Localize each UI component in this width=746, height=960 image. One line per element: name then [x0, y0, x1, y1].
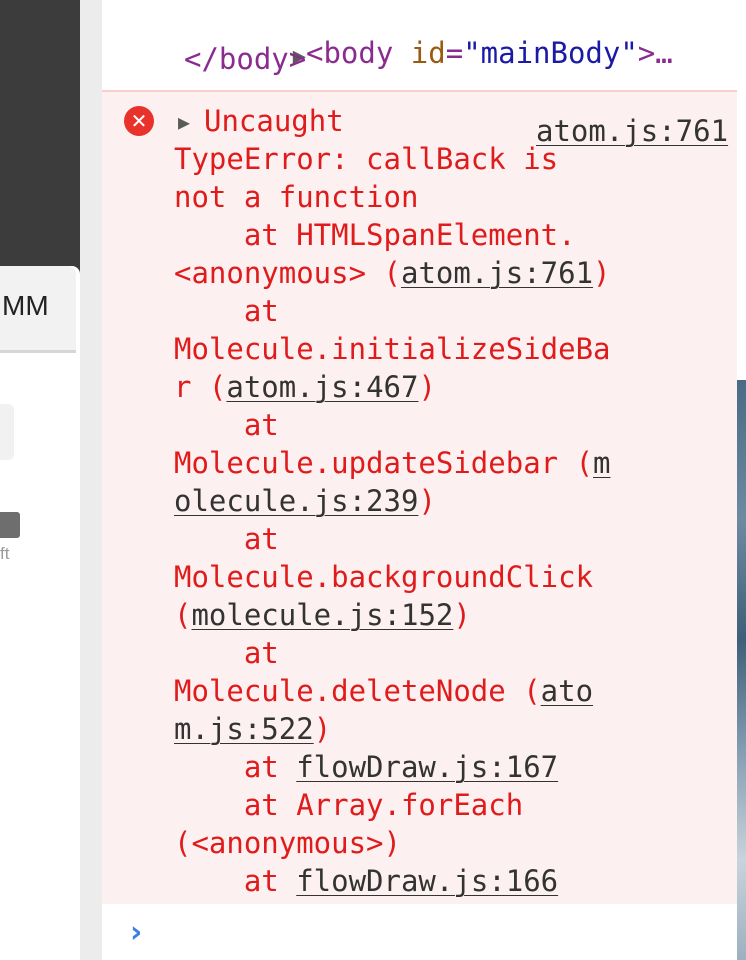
panel-divider	[80, 0, 102, 960]
error-text: (<anonymous>)	[174, 826, 401, 860]
error-text: <anonymous> (	[174, 256, 401, 290]
error-line: Molecule.backgroundClick	[174, 558, 593, 596]
error-text: )	[418, 484, 436, 518]
background-page	[0, 266, 80, 960]
elements-snippet: ▶<body id="mainBody">… </body>	[102, 0, 737, 90]
error-line: olecule.js:239)	[174, 482, 436, 520]
error-line: at	[174, 520, 279, 558]
source-link[interactable]: flowDraw.js:167	[296, 750, 558, 784]
console-input[interactable]: ›	[102, 904, 737, 960]
background-input[interactable]	[0, 404, 14, 460]
error-line: at flowDraw.js:166	[174, 862, 558, 900]
error-line: TypeError: callBack is	[174, 140, 558, 178]
error-line: <anonymous> (atom.js:761)	[174, 254, 611, 292]
error-text: at HTMLSpanElement.	[174, 218, 576, 252]
error-text: )	[453, 598, 471, 632]
error-text: Molecule.deleteNode (	[174, 674, 541, 708]
error-line: at	[174, 406, 279, 444]
error-line: at	[174, 634, 279, 672]
error-text: Molecule.updateSidebar (	[174, 446, 594, 480]
error-text: )	[313, 712, 332, 746]
background-hint-text: ft	[0, 544, 10, 563]
error-text: Molecule.initializeSideBa	[174, 332, 611, 366]
error-text: Uncaught	[204, 104, 344, 138]
error-text: not a function	[174, 180, 419, 214]
devtools-console-panel: ▶<body id="mainBody">… </body> ✕ ▶ Uncau…	[102, 0, 737, 960]
body-close-node: </body>	[184, 42, 307, 76]
error-line: Molecule.deleteNode (ato	[174, 672, 593, 710]
chevron-right-icon: ›	[130, 915, 143, 950]
error-line: not a function	[174, 178, 418, 216]
error-text: r (	[174, 370, 227, 404]
error-line: Molecule.updateSidebar (m	[174, 444, 611, 482]
console-error-message: ✕ ▶ Uncaught atom.js:761 TypeError: callBa…	[102, 90, 737, 906]
expand-triangle-icon[interactable]: ▶	[178, 110, 190, 134]
source-link[interactable]: molecule.js:152	[191, 598, 453, 632]
error-line: at	[174, 292, 279, 330]
error-line: at HTMLSpanElement.	[174, 216, 576, 254]
error-text: Molecule.backgroundClick	[174, 560, 594, 594]
source-link[interactable]: atom.js:467	[226, 370, 418, 404]
error-x-icon: ✕	[124, 106, 154, 136]
error-text: (	[174, 598, 192, 632]
error-line: (<anonymous>)	[174, 824, 401, 862]
error-text: at	[174, 408, 279, 442]
error-text: )	[418, 370, 436, 404]
error-line: at flowDraw.js:167	[174, 748, 558, 786]
error-line: (molecule.js:152)	[174, 596, 471, 634]
error-text: at	[174, 864, 297, 898]
error-text: at	[174, 294, 279, 328]
desktop-background-sliver	[737, 0, 746, 960]
source-link[interactable]: flowDraw.js:166	[296, 864, 558, 898]
error-line: at Array.forEach	[174, 786, 523, 824]
background-tab-label: MM	[2, 290, 49, 321]
error-text: at	[174, 522, 279, 556]
source-link[interactable]: ato	[541, 674, 593, 708]
background-button[interactable]	[0, 512, 20, 538]
error-source-link[interactable]: atom.js:761	[536, 112, 728, 150]
error-text: at	[174, 750, 297, 784]
error-line: Molecule.initializeSideBa	[174, 330, 611, 368]
error-text: at	[174, 636, 279, 670]
error-text: TypeError: callBack is	[174, 142, 559, 176]
source-link[interactable]: olecule.js:239	[174, 484, 418, 518]
source-link[interactable]: atom.js:761	[401, 256, 593, 290]
error-line: r (atom.js:467)	[174, 368, 436, 406]
error-text: )	[593, 256, 611, 290]
error-line: m.js:522)	[174, 710, 331, 748]
source-link[interactable]: m.js:522	[174, 712, 314, 746]
error-line: Uncaught atom.js:761	[204, 102, 728, 148]
error-text: at Array.forEach	[174, 788, 524, 822]
source-link[interactable]: m	[593, 446, 610, 480]
